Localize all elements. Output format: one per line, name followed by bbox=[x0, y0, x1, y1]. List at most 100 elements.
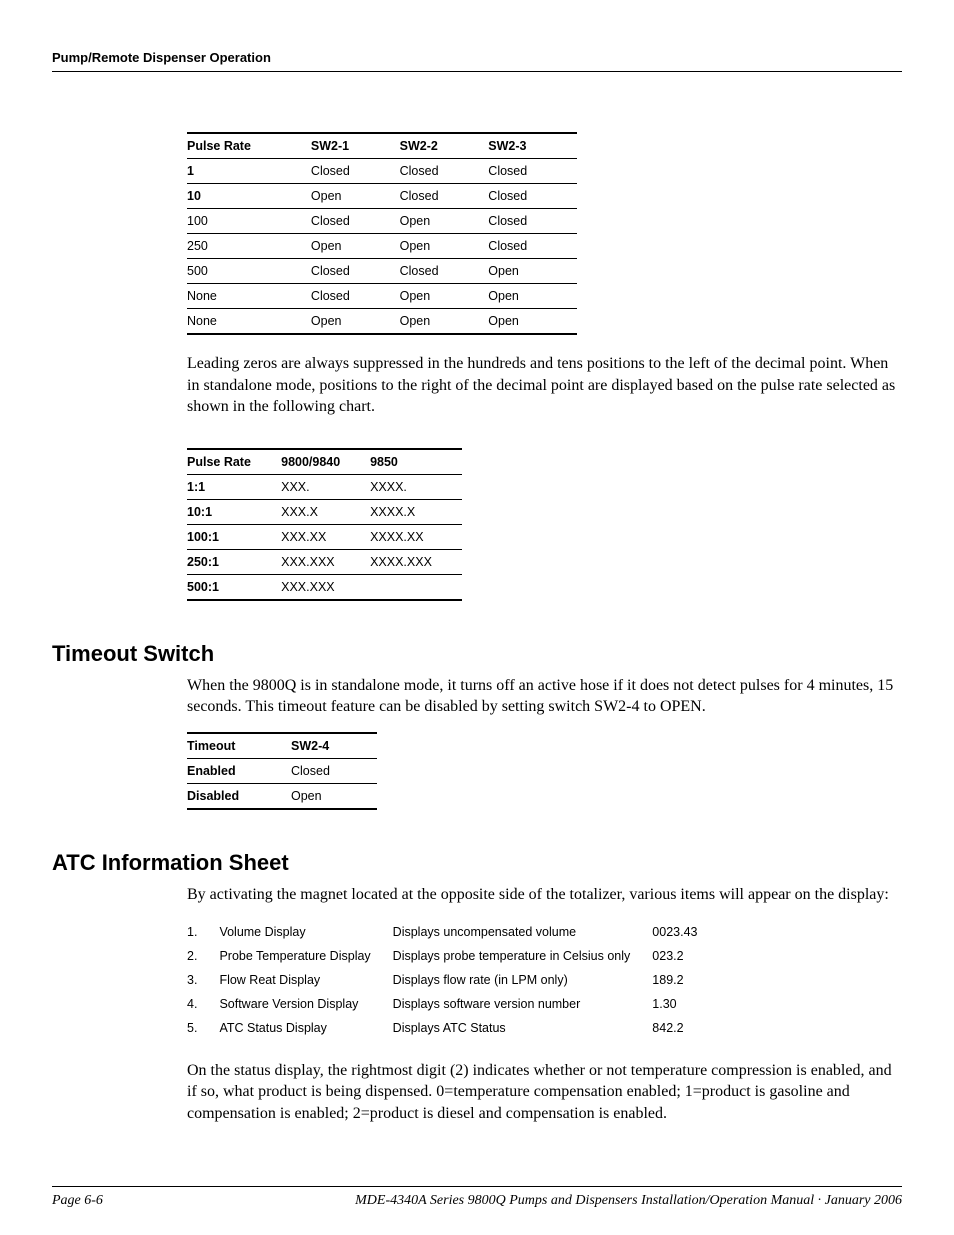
cell: XXX.X bbox=[281, 499, 370, 524]
cell: 10:1 bbox=[187, 499, 281, 524]
th-sw2-4: SW2-4 bbox=[291, 733, 377, 759]
cell: Open bbox=[400, 234, 489, 259]
cell-name: ATC Status Display bbox=[219, 1016, 392, 1040]
cell: Open bbox=[311, 184, 400, 209]
cell: Open bbox=[291, 783, 377, 809]
cell: None bbox=[187, 309, 311, 335]
cell: Open bbox=[400, 209, 489, 234]
table-row: DisabledOpen bbox=[187, 783, 377, 809]
cell: XXXX. bbox=[370, 474, 462, 499]
running-header: Pump/Remote Dispenser Operation bbox=[52, 50, 902, 72]
atc-outro-paragraph: On the status display, the rightmost dig… bbox=[187, 1060, 902, 1125]
table-row: 3.Flow Reat DisplayDisplays flow rate (i… bbox=[187, 968, 719, 992]
table-row: 1:1XXX.XXXX. bbox=[187, 474, 462, 499]
footer-doc-title: MDE-4340A Series 9800Q Pumps and Dispens… bbox=[355, 1193, 902, 1209]
cell: Closed bbox=[488, 159, 577, 184]
atc-intro-paragraph: By activating the magnet located at the … bbox=[187, 884, 902, 906]
th-timeout: Timeout bbox=[187, 733, 291, 759]
cell: 250:1 bbox=[187, 549, 281, 574]
table-row: 2.Probe Temperature DisplayDisplays prob… bbox=[187, 944, 719, 968]
table-row: 1.Volume DisplayDisplays uncompensated v… bbox=[187, 920, 719, 944]
cell-val: 0023.43 bbox=[652, 920, 719, 944]
cell: Disabled bbox=[187, 783, 291, 809]
cell-num: 3. bbox=[187, 968, 219, 992]
cell: Closed bbox=[488, 209, 577, 234]
table-row: 5.ATC Status DisplayDisplays ATC Status8… bbox=[187, 1016, 719, 1040]
cell-desc: Displays flow rate (in LPM only) bbox=[393, 968, 653, 992]
cell: XXX.XXX bbox=[281, 574, 370, 600]
th-sw2-2: SW2-2 bbox=[400, 133, 489, 159]
table-row: 1ClosedClosedClosed bbox=[187, 159, 577, 184]
atc-items-table: 1.Volume DisplayDisplays uncompensated v… bbox=[187, 920, 719, 1040]
cell: None bbox=[187, 284, 311, 309]
table-row: NoneOpenOpenOpen bbox=[187, 309, 577, 335]
cell: XXX.XX bbox=[281, 524, 370, 549]
timeout-paragraph: When the 9800Q is in standalone mode, it… bbox=[187, 675, 902, 718]
cell: Open bbox=[488, 309, 577, 335]
table-row: EnabledClosed bbox=[187, 758, 377, 783]
cell: 500:1 bbox=[187, 574, 281, 600]
leading-zeros-paragraph: Leading zeros are always suppressed in t… bbox=[187, 353, 902, 418]
cell-num: 4. bbox=[187, 992, 219, 1016]
cell: XXX.XXX bbox=[281, 549, 370, 574]
cell: XXX. bbox=[281, 474, 370, 499]
cell: Closed bbox=[311, 209, 400, 234]
table-row: 100ClosedOpenClosed bbox=[187, 209, 577, 234]
cell: Open bbox=[311, 309, 400, 335]
table-row: NoneClosedOpenOpen bbox=[187, 284, 577, 309]
cell: Closed bbox=[311, 159, 400, 184]
cell: Open bbox=[488, 284, 577, 309]
cell: Closed bbox=[291, 758, 377, 783]
cell-desc: Displays uncompensated volume bbox=[393, 920, 653, 944]
cell: Closed bbox=[400, 259, 489, 284]
cell: Closed bbox=[488, 184, 577, 209]
heading-atc-info: ATC Information Sheet bbox=[52, 850, 902, 876]
cell: Open bbox=[488, 259, 577, 284]
cell: Closed bbox=[311, 284, 400, 309]
cell: 500 bbox=[187, 259, 311, 284]
display-format-table: Pulse Rate 9800/9840 9850 1:1XXX.XXXX. 1… bbox=[187, 448, 462, 601]
cell: Closed bbox=[488, 234, 577, 259]
table-row: 250OpenOpenClosed bbox=[187, 234, 577, 259]
cell-val: 842.2 bbox=[652, 1016, 719, 1040]
cell: XXXX.XX bbox=[370, 524, 462, 549]
cell-desc: Displays ATC Status bbox=[393, 1016, 653, 1040]
cell: Enabled bbox=[187, 758, 291, 783]
cell: 1:1 bbox=[187, 474, 281, 499]
th-9800-9840: 9800/9840 bbox=[281, 449, 370, 475]
cell-name: Flow Reat Display bbox=[219, 968, 392, 992]
cell: Closed bbox=[400, 159, 489, 184]
th-pulse-rate: Pulse Rate bbox=[187, 449, 281, 475]
cell-val: 1.30 bbox=[652, 992, 719, 1016]
cell-desc: Displays probe temperature in Celsius on… bbox=[393, 944, 653, 968]
cell-val: 189.2 bbox=[652, 968, 719, 992]
th-9850: 9850 bbox=[370, 449, 462, 475]
cell: 100:1 bbox=[187, 524, 281, 549]
th-pulse-rate: Pulse Rate bbox=[187, 133, 311, 159]
cell: XXXX.XXX bbox=[370, 549, 462, 574]
cell-desc: Displays software version number bbox=[393, 992, 653, 1016]
cell: Open bbox=[400, 309, 489, 335]
table-row: 250:1XXX.XXXXXXX.XXX bbox=[187, 549, 462, 574]
table-row: 10:1XXX.XXXXX.X bbox=[187, 499, 462, 524]
cell: 10 bbox=[187, 184, 311, 209]
timeout-table: Timeout SW2-4 EnabledClosed DisabledOpen bbox=[187, 732, 377, 810]
table-row: 100:1XXX.XXXXXX.XX bbox=[187, 524, 462, 549]
cell-num: 2. bbox=[187, 944, 219, 968]
th-sw2-3: SW2-3 bbox=[488, 133, 577, 159]
cell: Open bbox=[400, 284, 489, 309]
table-row: 10OpenClosedClosed bbox=[187, 184, 577, 209]
cell-num: 1. bbox=[187, 920, 219, 944]
cell-num: 5. bbox=[187, 1016, 219, 1040]
table-row: 500ClosedClosedOpen bbox=[187, 259, 577, 284]
cell: Open bbox=[311, 234, 400, 259]
table-row: 500:1XXX.XXX bbox=[187, 574, 462, 600]
cell bbox=[370, 574, 462, 600]
footer-page-number: Page 6-6 bbox=[52, 1193, 103, 1209]
cell: 1 bbox=[187, 159, 311, 184]
cell: Closed bbox=[311, 259, 400, 284]
cell: 100 bbox=[187, 209, 311, 234]
page-footer: Page 6-6 MDE-4340A Series 9800Q Pumps an… bbox=[52, 1186, 902, 1209]
table-row: 4.Software Version DisplayDisplays softw… bbox=[187, 992, 719, 1016]
cell: Closed bbox=[400, 184, 489, 209]
